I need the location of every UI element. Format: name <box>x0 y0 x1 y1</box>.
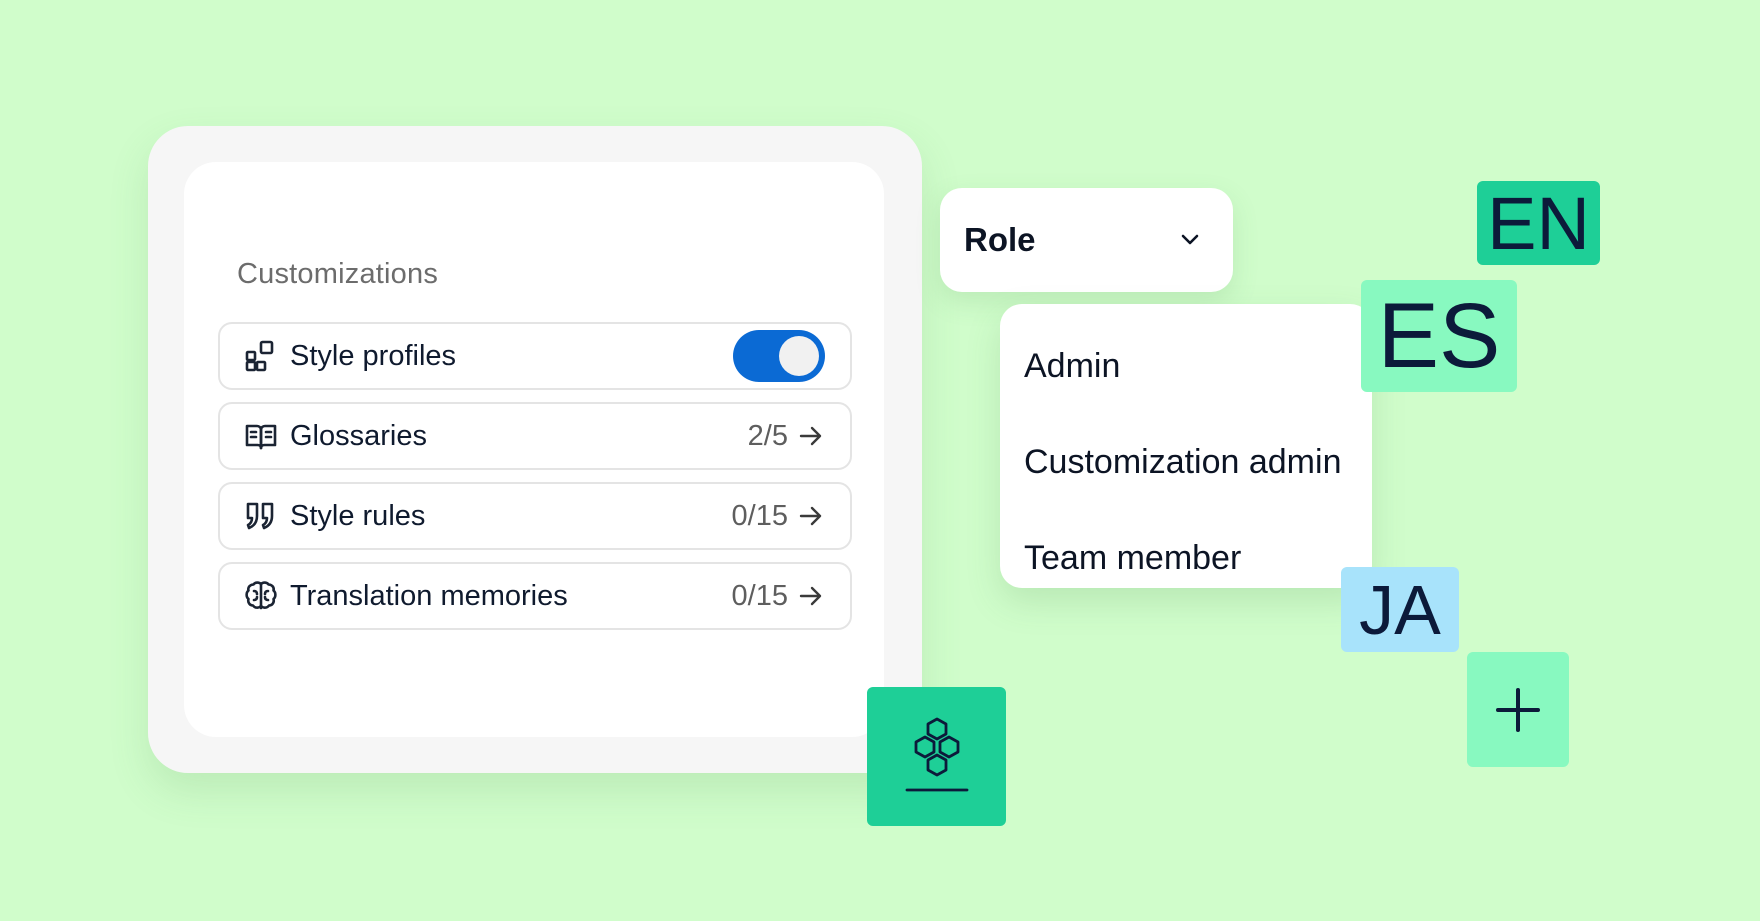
arrow-right-icon <box>799 586 822 606</box>
row-count: 2/5 <box>747 419 788 452</box>
row-count: 0/15 <box>731 499 788 532</box>
language-tile-en: EN <box>1477 181 1600 265</box>
style-profiles-icon <box>245 340 274 372</box>
role-dropdown-label: Role <box>964 221 1036 258</box>
arrow-right-icon <box>799 506 822 526</box>
row-glossaries[interactable]: Glossaries 2/5 <box>218 402 852 470</box>
row-translation-memories[interactable]: Translation memories 0/15 <box>218 562 852 630</box>
book-icon <box>245 424 277 450</box>
role-options-menu: Admin Customization admin Team member <box>1000 304 1372 588</box>
row-label: Style profiles <box>290 339 457 372</box>
language-tile-ja: JA <box>1341 567 1459 652</box>
role-option-customization-admin[interactable]: Customization admin <box>1000 414 1372 510</box>
customizations-card: Customizations Style profiles Glossaries… <box>148 126 922 773</box>
language-tile-es: ES <box>1361 280 1517 392</box>
style-profiles-toggle[interactable] <box>733 330 825 382</box>
row-label: Style rules <box>290 499 426 532</box>
brain-icon <box>245 581 277 610</box>
customizations-panel: Customizations Style profiles Glossaries… <box>184 162 884 737</box>
chevron-down-icon <box>1181 234 1199 245</box>
customizations-list: Style profiles Glossaries 2/5 Style rule… <box>218 322 852 642</box>
toggle-knob <box>779 336 819 376</box>
row-style-profiles[interactable]: Style profiles <box>218 322 852 390</box>
row-count: 0/15 <box>731 579 788 612</box>
add-language-button[interactable] <box>1467 652 1569 767</box>
plus-icon <box>1496 687 1540 732</box>
row-style-rules[interactable]: Style rules 0/15 <box>218 482 852 550</box>
role-option-team-member[interactable]: Team member <box>1000 510 1372 606</box>
arrow-right-icon <box>799 426 822 446</box>
section-title: Customizations <box>237 258 439 290</box>
row-label: Glossaries <box>290 419 427 452</box>
role-option-admin[interactable]: Admin <box>1000 318 1372 414</box>
role-dropdown[interactable]: Role <box>940 188 1233 292</box>
hexagon-cluster-icon <box>905 717 968 791</box>
hexagon-logo-tile <box>867 687 1006 826</box>
row-label: Translation memories <box>290 579 568 612</box>
quote-icon <box>246 502 274 530</box>
